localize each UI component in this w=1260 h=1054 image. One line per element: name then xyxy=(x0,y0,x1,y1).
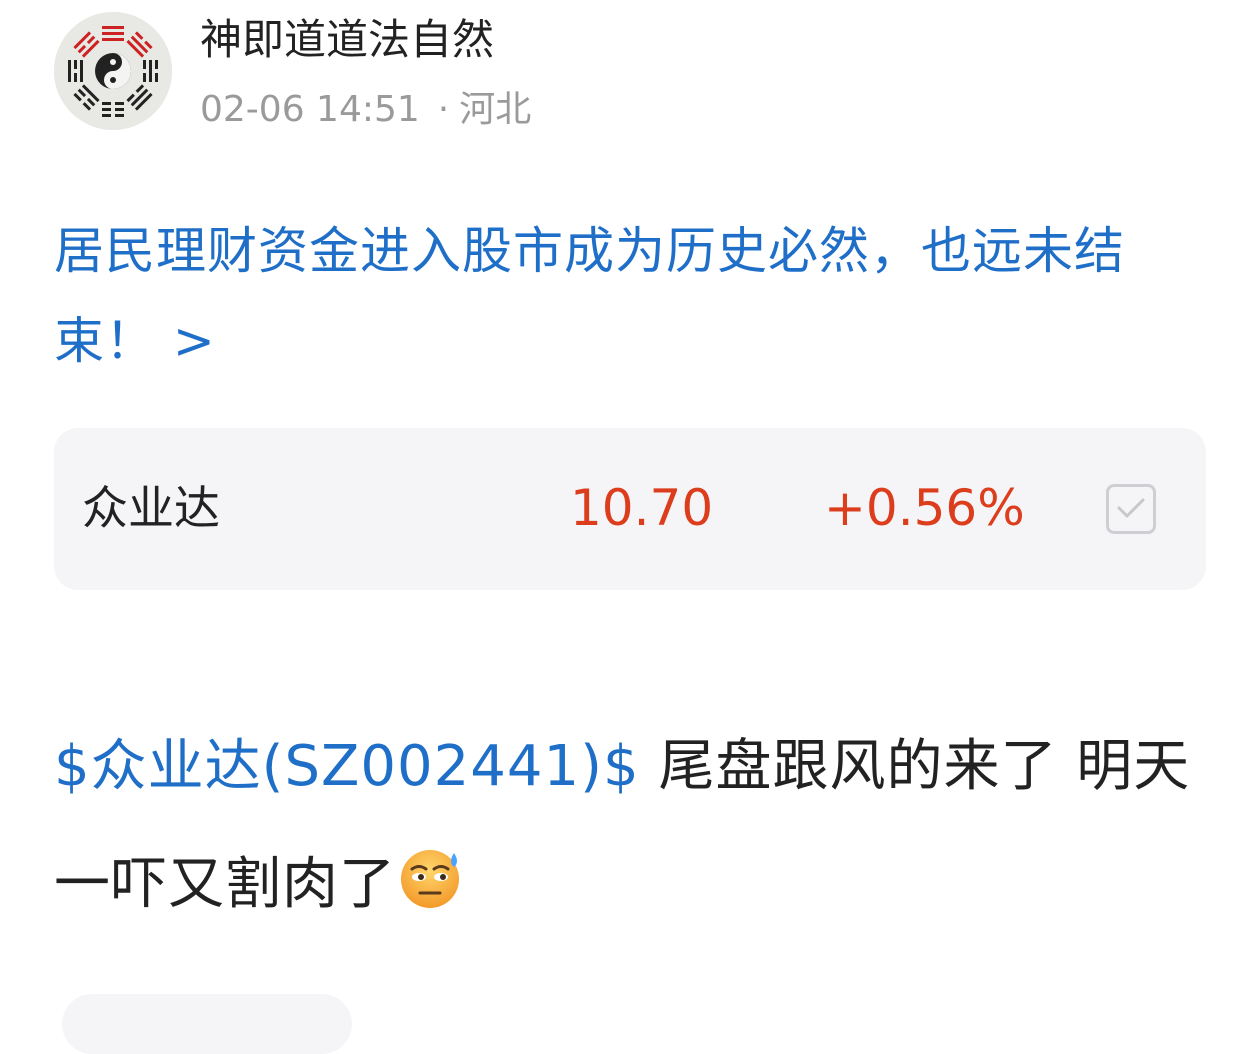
post-time: 02-06 14:51 xyxy=(200,89,420,130)
cashtag-link[interactable]: $众业达(SZ002441)$ xyxy=(54,734,640,799)
post-meta: 02-06 14:51 · 河北 xyxy=(200,88,531,132)
check-icon xyxy=(1117,498,1145,518)
author-avatar[interactable] xyxy=(54,12,172,130)
post-content: $众业达(SZ002441)$ 尾盘跟风的来了 明天一吓又割肉了 xyxy=(54,708,1224,944)
meta-separator: · xyxy=(437,89,450,130)
post-header: 神即道道法自然 02-06 14:51 · 河北 xyxy=(54,12,1204,132)
stock-price: 10.70 xyxy=(570,479,714,537)
stock-name: 众业达 xyxy=(82,481,220,535)
stock-card[interactable]: 众业达 10.70 +0.56% xyxy=(54,428,1206,590)
bagua-taiji-icon xyxy=(54,12,172,130)
sweat-smile-emoji-icon xyxy=(398,834,464,908)
author-name[interactable]: 神即道道法自然 xyxy=(200,14,494,66)
stock-change: +0.56% xyxy=(824,479,1025,537)
topic-link[interactable]: 居民理财资金进入股市成为历史必然，也远未结束！ > xyxy=(54,206,1214,386)
bottom-pill[interactable] xyxy=(62,994,352,1054)
post-location: 河北 xyxy=(459,89,532,130)
watchlist-checkbox[interactable] xyxy=(1106,484,1156,534)
